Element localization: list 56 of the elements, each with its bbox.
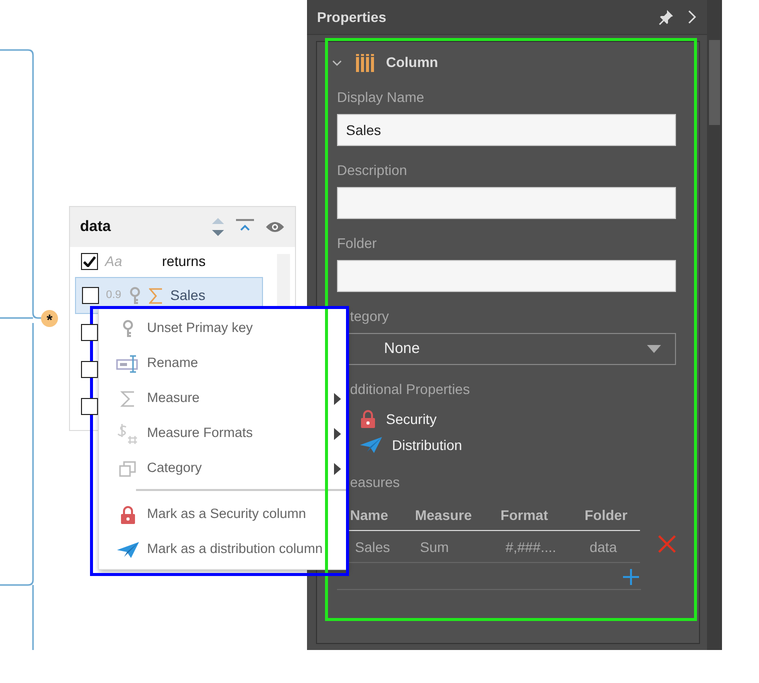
checkbox[interactable] xyxy=(81,324,98,341)
option-label: Distribution xyxy=(392,436,462,454)
checkbox[interactable] xyxy=(82,287,99,304)
menu-item[interactable]: Mark as a distribution column xyxy=(117,534,323,564)
menu-item[interactable]: Measure xyxy=(117,384,200,414)
chevron-right-icon[interactable] xyxy=(688,10,697,24)
table-title: data xyxy=(80,216,111,237)
menu-item[interactable]: Unset Primay key xyxy=(117,314,253,344)
add-icon[interactable] xyxy=(623,569,639,585)
section-title: Column xyxy=(386,53,438,72)
field-label: Folder xyxy=(337,234,378,253)
lock-icon xyxy=(360,410,376,428)
key-icon xyxy=(121,320,135,338)
key-icon xyxy=(128,286,142,304)
column-header: Measure xyxy=(402,499,488,530)
stacked-squares-icon xyxy=(119,460,137,478)
join-marker: * xyxy=(41,310,58,327)
text-field[interactable] xyxy=(337,187,676,219)
menu-item[interactable]: Category xyxy=(117,454,202,484)
menu-item[interactable]: Measure Formats xyxy=(117,418,253,448)
rename-icon xyxy=(116,354,140,374)
chevron-down-icon[interactable] xyxy=(332,58,342,68)
field-name[interactable]: returns xyxy=(162,250,206,272)
paper-plane-icon xyxy=(117,540,139,558)
checkbox[interactable] xyxy=(81,398,98,415)
menu-item[interactable]: Mark as a Security column xyxy=(117,500,306,530)
column-header: Format xyxy=(488,499,572,530)
checkbox[interactable] xyxy=(81,252,98,270)
group-label: dditional Properties xyxy=(349,380,471,399)
menu-item[interactable]: Rename xyxy=(117,348,198,378)
field-label: tegory xyxy=(349,307,390,326)
table-cell: #,###.... xyxy=(488,530,572,562)
dollar-hash-icon xyxy=(117,424,139,444)
eye-icon[interactable] xyxy=(265,220,285,234)
column-header: Folder xyxy=(572,499,640,530)
text-field[interactable]: Sales xyxy=(337,114,676,146)
pin-icon xyxy=(658,9,674,25)
paper-plane-icon xyxy=(360,436,382,454)
sigma-icon xyxy=(149,286,164,304)
column-icon xyxy=(356,54,374,72)
table-cell: data xyxy=(572,530,640,562)
dropdown-arrow-icon xyxy=(647,345,661,353)
table-cell: Sum xyxy=(402,530,488,562)
cardinality: 0.9 xyxy=(106,288,122,304)
field-name: Sales xyxy=(170,286,206,305)
type-label: Aa xyxy=(105,252,124,270)
checkbox[interactable] xyxy=(81,361,98,378)
sort-icon[interactable] xyxy=(211,216,225,238)
text-field[interactable] xyxy=(337,260,676,292)
field-label: Description xyxy=(337,161,408,180)
panel-title: Properties xyxy=(317,8,386,27)
sigma-icon xyxy=(120,390,136,408)
field-label: Display Name xyxy=(337,88,426,107)
option-label: Security xyxy=(386,410,437,429)
lock-icon xyxy=(120,506,136,524)
group-label: easures xyxy=(349,473,401,492)
